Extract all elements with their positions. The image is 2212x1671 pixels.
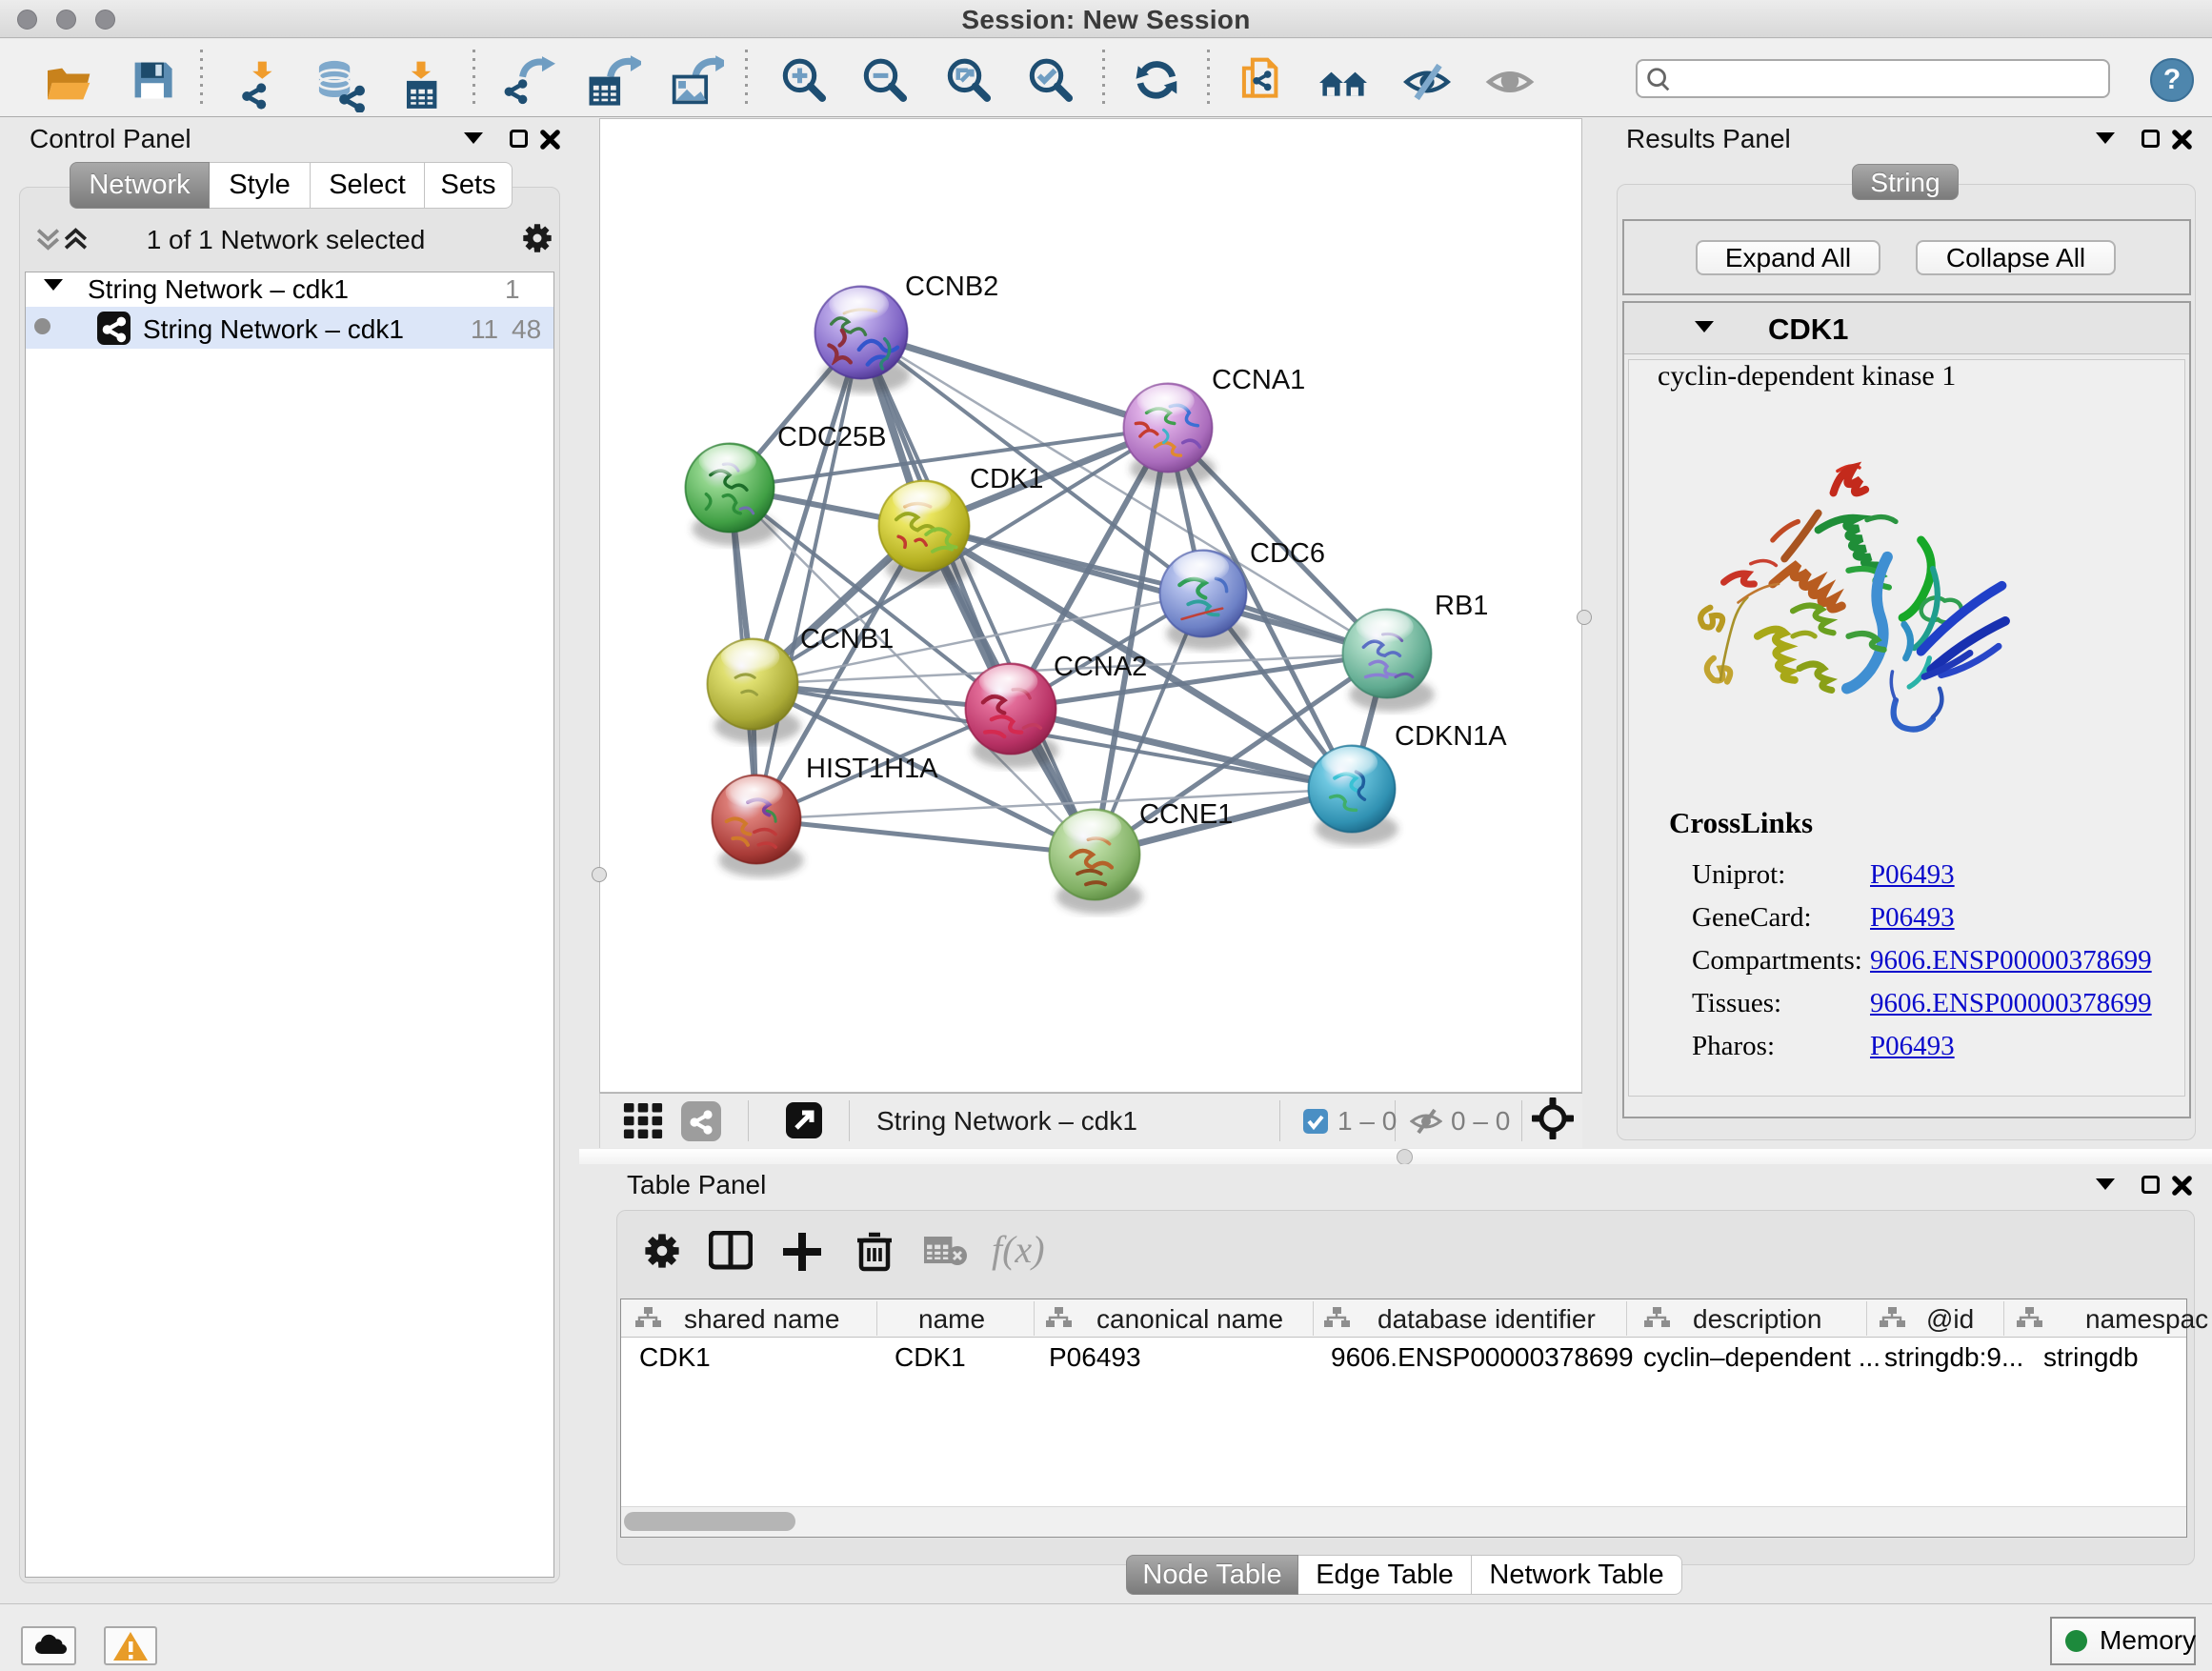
- svg-text:RB1: RB1: [1435, 591, 1488, 621]
- svg-text:HIST1H1A: HIST1H1A: [806, 754, 938, 784]
- svg-text:CCNB1: CCNB1: [800, 624, 894, 654]
- svg-text:CDC25B: CDC25B: [777, 422, 886, 453]
- svg-text:CCNA2: CCNA2: [1054, 652, 1147, 682]
- svg-text:CDKN1A: CDKN1A: [1395, 721, 1507, 752]
- svg-text:CCNB2: CCNB2: [905, 272, 998, 302]
- svg-text:CDK1: CDK1: [970, 464, 1043, 494]
- svg-text:?: ?: [2163, 64, 2181, 95]
- svg-text:CDC6: CDC6: [1250, 538, 1325, 569]
- svg-text:CCNE1: CCNE1: [1139, 799, 1233, 830]
- svg-text:CCNA1: CCNA1: [1212, 365, 1305, 395]
